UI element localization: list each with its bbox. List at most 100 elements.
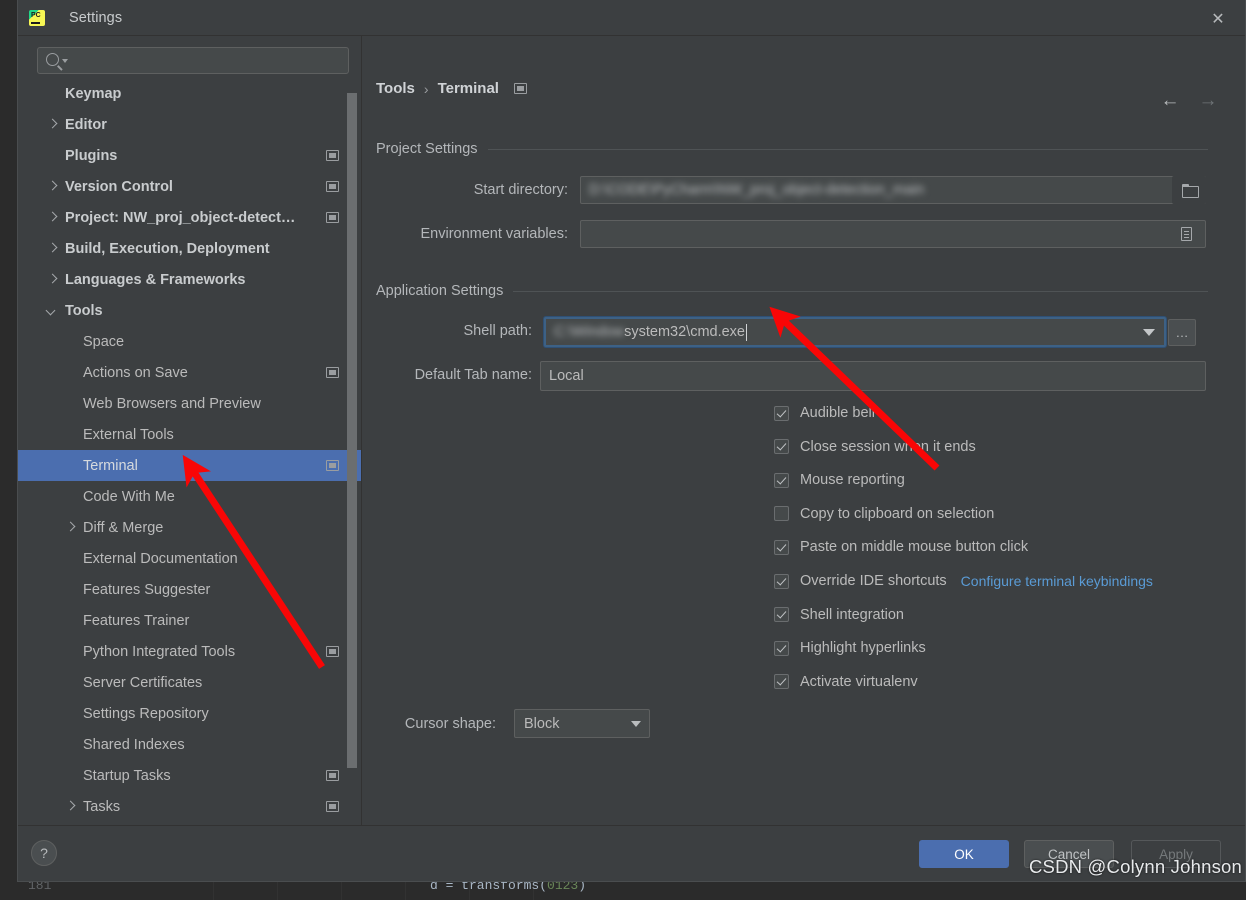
sidebar-item-settings-repository[interactable]: Settings Repository bbox=[18, 698, 361, 729]
sidebar-item-build-execution-deployment[interactable]: Build, Execution, Deployment bbox=[18, 233, 361, 264]
sidebar-item-diff-merge[interactable]: Diff & Merge bbox=[18, 512, 361, 543]
start-directory-field[interactable]: D:\CODE\PyCharm\NW_proj_object-detection… bbox=[580, 176, 1206, 204]
sidebar-item-actions-on-save[interactable]: Actions on Save bbox=[18, 357, 361, 388]
checkbox-checked-icon[interactable] bbox=[774, 405, 789, 421]
settings-sidebar: Keymap Editor Plugins Version Control Projec… bbox=[18, 36, 362, 825]
sidebar-item-space[interactable]: Space bbox=[18, 326, 361, 357]
chevron-right-icon[interactable] bbox=[47, 212, 58, 223]
checkbox-row-copy-to-clipboard-on-selection[interactable]: Copy to clipboard on selection bbox=[774, 506, 994, 522]
checkbox-row-override-ide-shortcuts[interactable]: Override IDE shortcuts Configure terminal… bbox=[774, 573, 1153, 589]
sidebar-item-editor[interactable]: Editor bbox=[18, 109, 361, 140]
sidebar-item-languages-frameworks[interactable]: Languages & Frameworks bbox=[18, 264, 361, 295]
checkbox-checked-icon[interactable] bbox=[774, 439, 789, 455]
sidebar-item-plugins[interactable]: Plugins bbox=[18, 140, 361, 171]
checkbox-row-shell-integration[interactable]: Shell integration bbox=[774, 607, 904, 623]
chevron-right-icon[interactable] bbox=[47, 274, 58, 285]
project-scope-icon bbox=[326, 801, 339, 812]
sidebar-item-label: Languages & Frameworks bbox=[65, 271, 246, 288]
shell-path-field[interactable]: C:\Window system32\cmd.exe bbox=[544, 317, 1166, 347]
sidebar-item-project-nw-proj-object-detect[interactable]: Project: NW_proj_object-detect… bbox=[18, 202, 361, 233]
project-scope-icon bbox=[326, 181, 339, 192]
sidebar-item-features-suggester[interactable]: Features Suggester bbox=[18, 574, 361, 605]
checkbox-label: Mouse reporting bbox=[800, 472, 905, 489]
checkbox-label: Copy to clipboard on selection bbox=[800, 505, 995, 522]
chevron-right-icon[interactable] bbox=[47, 119, 58, 130]
chevron-right-icon[interactable] bbox=[47, 181, 58, 192]
sidebar-item-external-documentation[interactable]: External Documentation bbox=[18, 543, 361, 574]
project-scope-icon bbox=[326, 367, 339, 378]
environment-variables-edit-button[interactable] bbox=[1174, 222, 1198, 246]
checkbox-row-highlight-hyperlinks[interactable]: Highlight hyperlinks bbox=[774, 640, 926, 656]
sidebar-item-shared-indexes[interactable]: Shared Indexes bbox=[18, 729, 361, 760]
project-scope-icon bbox=[326, 460, 339, 471]
search-icon bbox=[46, 53, 59, 66]
sidebar-item-features-trainer[interactable]: Features Trainer bbox=[18, 605, 361, 636]
sidebar-item-label: Diff & Merge bbox=[83, 519, 164, 536]
project-settings-title: Project Settings bbox=[376, 141, 478, 157]
checkbox-row-mouse-reporting[interactable]: Mouse reporting bbox=[774, 472, 905, 488]
sidebar-item-label: Actions on Save bbox=[83, 364, 188, 381]
sidebar-item-server-certificates[interactable]: Server Certificates bbox=[18, 667, 361, 698]
chevron-right-icon[interactable] bbox=[47, 243, 58, 254]
chevron-down-icon[interactable] bbox=[62, 59, 68, 63]
sidebar-item-code-with-me[interactable]: Code With Me bbox=[18, 481, 361, 512]
breadcrumb-separator: › bbox=[423, 80, 429, 97]
search-input[interactable] bbox=[70, 48, 344, 73]
shell-path-dropdown-button[interactable] bbox=[1134, 318, 1164, 346]
checkbox-checked-icon[interactable] bbox=[774, 607, 789, 623]
checkbox-checked-icon[interactable] bbox=[774, 573, 789, 589]
checkbox-checked-icon[interactable] bbox=[774, 640, 789, 656]
close-icon[interactable]: ✕ bbox=[1207, 8, 1229, 30]
nav-forward-button[interactable]: → bbox=[1195, 88, 1221, 112]
project-settings-section-header: Project Settings bbox=[376, 141, 1208, 157]
sidebar-scrollbar[interactable] bbox=[347, 93, 357, 768]
section-divider bbox=[513, 290, 1208, 292]
default-tab-name-value: Local bbox=[549, 368, 584, 384]
sidebar-item-label: Server Certificates bbox=[83, 674, 203, 691]
checkbox-row-activate-virtualenv[interactable]: Activate virtualenv bbox=[774, 674, 918, 690]
sidebar-item-version-control[interactable]: Version Control bbox=[18, 171, 361, 202]
breadcrumb-leaf: Terminal bbox=[437, 80, 499, 97]
sidebar-item-label: Features Suggester bbox=[83, 581, 211, 598]
chevron-down-icon[interactable] bbox=[47, 305, 58, 316]
sidebar-item-keymap[interactable]: Keymap bbox=[18, 78, 361, 109]
start-directory-browse-button[interactable] bbox=[1172, 176, 1206, 204]
sidebar-item-label: Plugins bbox=[65, 147, 118, 164]
search-box[interactable] bbox=[37, 47, 349, 74]
sidebar-item-web-browsers-and-preview[interactable]: Web Browsers and Preview bbox=[18, 388, 361, 419]
checkbox-checked-icon[interactable] bbox=[774, 472, 789, 488]
sidebar-item-tasks[interactable]: Tasks bbox=[18, 791, 361, 822]
environment-variables-field[interactable] bbox=[580, 220, 1206, 248]
sidebar-item-terminal[interactable]: Terminal bbox=[18, 450, 361, 481]
checkbox-row-close-session-when-it-ends[interactable]: Close session when it ends bbox=[774, 439, 976, 455]
settings-main-pane: Tools › Terminal ← → Project Settings St… bbox=[362, 36, 1245, 825]
checkbox-unchecked-icon[interactable] bbox=[774, 506, 789, 522]
configure-terminal-keybindings-link[interactable]: Configure terminal keybindings bbox=[961, 573, 1153, 589]
section-divider bbox=[487, 148, 1208, 150]
text-cursor bbox=[746, 323, 747, 341]
shell-path-browse-button[interactable]: … bbox=[1168, 319, 1196, 346]
checkbox-checked-icon[interactable] bbox=[774, 674, 789, 690]
settings-tree[interactable]: Keymap Editor Plugins Version Control Projec… bbox=[18, 78, 361, 825]
checkbox-checked-icon[interactable] bbox=[774, 539, 789, 555]
ok-button[interactable]: OK bbox=[919, 840, 1009, 868]
chevron-right-icon[interactable] bbox=[65, 801, 76, 812]
checkbox-label: Audible bell bbox=[800, 405, 875, 421]
default-tab-name-field[interactable]: Local bbox=[540, 361, 1206, 391]
sidebar-item-python-integrated-tools[interactable]: Python Integrated Tools bbox=[18, 636, 361, 667]
checkbox-label: Highlight hyperlinks bbox=[800, 640, 926, 657]
cursor-shape-select[interactable]: Block bbox=[514, 709, 650, 738]
help-button[interactable]: ? bbox=[31, 840, 57, 866]
sidebar-item-startup-tasks[interactable]: Startup Tasks bbox=[18, 760, 361, 791]
breadcrumb: Tools › Terminal bbox=[376, 80, 527, 97]
chevron-right-icon[interactable] bbox=[65, 522, 76, 533]
checkbox-row-audible-bell[interactable]: Audible bell bbox=[774, 405, 875, 421]
chevron-down-icon[interactable] bbox=[623, 710, 649, 737]
sidebar-item-label: Tools bbox=[65, 302, 103, 319]
sidebar-item-external-tools[interactable]: External Tools bbox=[18, 419, 361, 450]
nav-back-button[interactable]: ← bbox=[1157, 88, 1183, 112]
search-container bbox=[18, 36, 361, 74]
sidebar-item-tools[interactable]: Tools bbox=[18, 295, 361, 326]
checkbox-row-paste-on-middle-mouse-button-click[interactable]: Paste on middle mouse button click bbox=[774, 539, 1028, 555]
breadcrumb-root[interactable]: Tools bbox=[376, 80, 415, 97]
